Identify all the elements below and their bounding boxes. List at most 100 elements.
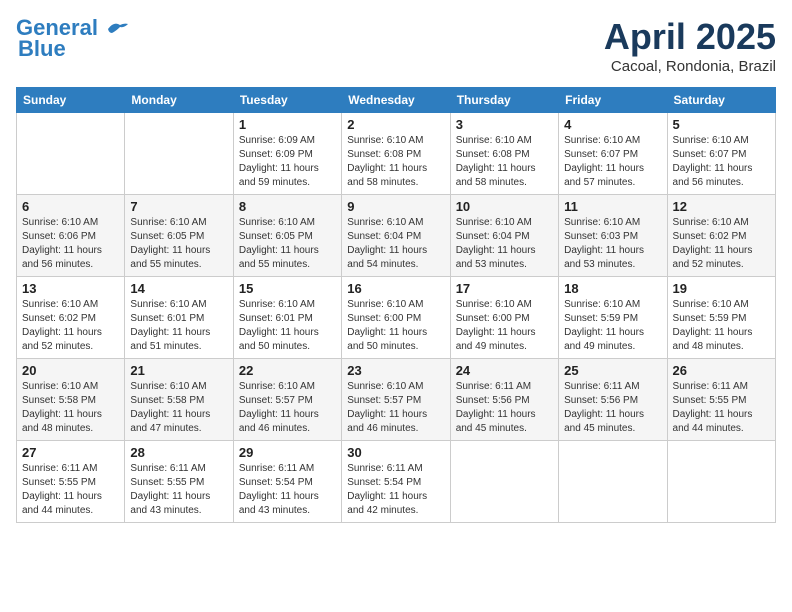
day-number: 30: [347, 445, 444, 460]
weekday-header-monday: Monday: [125, 88, 233, 113]
day-info: Sunrise: 6:09 AMSunset: 6:09 PMDaylight:…: [239, 134, 336, 190]
day-cell: 4 Sunrise: 6:10 AMSunset: 6:07 PMDaylight…: [559, 113, 667, 195]
day-info: Sunrise: 6:10 AMSunset: 6:07 PMDaylight:…: [673, 134, 770, 190]
day-cell: 3Sunrise: 6:10 AMSunset: 6:08 PMDaylight…: [450, 113, 558, 195]
day-number: 2: [347, 117, 444, 132]
weekday-header-wednesday: Wednesday: [342, 88, 450, 113]
logo: General Blue: [16, 16, 128, 62]
day-cell: 15 Sunrise: 6:10 AMSunset: 6:01 PMDayligh…: [233, 277, 341, 359]
day-info: Sunrise: 6:10 AMSunset: 5:57 PMDaylight:…: [239, 380, 336, 436]
day-info: Sunrise: 6:10 AMSunset: 5:59 PMDaylight:…: [564, 298, 661, 354]
day-cell: 5 Sunrise: 6:10 AMSunset: 6:07 PMDaylight…: [667, 113, 775, 195]
day-cell: [125, 113, 233, 195]
day-info: Sunrise: 6:10 AMSunset: 6:02 PMDaylight:…: [673, 216, 770, 272]
calendar-table: SundayMondayTuesdayWednesdayThursdayFrid…: [16, 87, 776, 523]
day-number: 12: [673, 199, 770, 214]
day-number: 24: [456, 363, 553, 378]
day-number: 20: [22, 363, 119, 378]
day-number: 6: [22, 199, 119, 214]
day-number: 1: [239, 117, 336, 132]
day-cell: 7 Sunrise: 6:10 AMSunset: 6:05 PMDaylight…: [125, 195, 233, 277]
day-cell: 13Sunrise: 6:10 AMSunset: 6:02 PMDayligh…: [17, 277, 125, 359]
bird-icon: [106, 21, 128, 37]
day-cell: 22 Sunrise: 6:10 AMSunset: 5:57 PMDayligh…: [233, 359, 341, 441]
day-info: Sunrise: 6:10 AMSunset: 6:07 PMDaylight:…: [564, 134, 661, 190]
day-cell: 24Sunrise: 6:11 AMSunset: 5:56 PMDayligh…: [450, 359, 558, 441]
day-cell: 11 Sunrise: 6:10 AMSunset: 6:03 PMDayligh…: [559, 195, 667, 277]
day-number: 16: [347, 281, 444, 296]
day-number: 9: [347, 199, 444, 214]
day-info: Sunrise: 6:10 AMSunset: 5:57 PMDaylight:…: [347, 380, 444, 436]
day-info: Sunrise: 6:10 AMSunset: 6:05 PMDaylight:…: [130, 216, 227, 272]
day-number: 4: [564, 117, 661, 132]
day-info: Sunrise: 6:10 AMSunset: 6:08 PMDaylight:…: [456, 134, 553, 190]
weekday-header-friday: Friday: [559, 88, 667, 113]
page-header: General Blue April 2025 Cacoal, Rondonia…: [16, 16, 776, 75]
day-number: 22: [239, 363, 336, 378]
day-number: 17: [456, 281, 553, 296]
day-info: Sunrise: 6:11 AMSunset: 5:54 PMDaylight:…: [239, 462, 336, 518]
day-info: Sunrise: 6:10 AMSunset: 6:01 PMDaylight:…: [130, 298, 227, 354]
day-number: 18: [564, 281, 661, 296]
day-info: Sunrise: 6:10 AMSunset: 6:04 PMDaylight:…: [347, 216, 444, 272]
day-info: Sunrise: 6:11 AMSunset: 5:55 PMDaylight:…: [673, 380, 770, 436]
day-cell: 16 Sunrise: 6:10 AMSunset: 6:00 PMDayligh…: [342, 277, 450, 359]
day-info: Sunrise: 6:10 AMSunset: 5:58 PMDaylight:…: [130, 380, 227, 436]
day-number: 8: [239, 199, 336, 214]
day-number: 26: [673, 363, 770, 378]
day-cell: 23 Sunrise: 6:10 AMSunset: 5:57 PMDayligh…: [342, 359, 450, 441]
day-cell: 30Sunrise: 6:11 AMSunset: 5:54 PMDayligh…: [342, 441, 450, 523]
day-cell: 19 Sunrise: 6:10 AMSunset: 5:59 PMDayligh…: [667, 277, 775, 359]
day-cell: 18 Sunrise: 6:10 AMSunset: 5:59 PMDayligh…: [559, 277, 667, 359]
day-number: 21: [130, 363, 227, 378]
day-cell: [559, 441, 667, 523]
weekday-header-saturday: Saturday: [667, 88, 775, 113]
day-info: Sunrise: 6:10 AMSunset: 5:58 PMDaylight:…: [22, 380, 119, 436]
day-cell: 29 Sunrise: 6:11 AMSunset: 5:54 PMDayligh…: [233, 441, 341, 523]
day-info: Sunrise: 6:10 AMSunset: 6:05 PMDaylight:…: [239, 216, 336, 272]
week-row-2: 6 Sunrise: 6:10 AMSunset: 6:06 PMDaylight…: [17, 195, 776, 277]
day-cell: 8 Sunrise: 6:10 AMSunset: 6:05 PMDaylight…: [233, 195, 341, 277]
day-number: 14: [130, 281, 227, 296]
weekday-header-thursday: Thursday: [450, 88, 558, 113]
day-info: Sunrise: 6:10 AMSunset: 5:59 PMDaylight:…: [673, 298, 770, 354]
day-number: 11: [564, 199, 661, 214]
day-cell: 10Sunrise: 6:10 AMSunset: 6:04 PMDayligh…: [450, 195, 558, 277]
day-cell: [17, 113, 125, 195]
day-info: Sunrise: 6:11 AMSunset: 5:55 PMDaylight:…: [130, 462, 227, 518]
week-row-3: 13Sunrise: 6:10 AMSunset: 6:02 PMDayligh…: [17, 277, 776, 359]
day-cell: 28 Sunrise: 6:11 AMSunset: 5:55 PMDayligh…: [125, 441, 233, 523]
day-info: Sunrise: 6:11 AMSunset: 5:56 PMDaylight:…: [564, 380, 661, 436]
weekday-header-sunday: Sunday: [17, 88, 125, 113]
day-number: 7: [130, 199, 227, 214]
day-number: 25: [564, 363, 661, 378]
day-number: 19: [673, 281, 770, 296]
week-row-4: 20 Sunrise: 6:10 AMSunset: 5:58 PMDayligh…: [17, 359, 776, 441]
day-number: 28: [130, 445, 227, 460]
day-cell: [450, 441, 558, 523]
day-cell: 9 Sunrise: 6:10 AMSunset: 6:04 PMDaylight…: [342, 195, 450, 277]
day-cell: 27Sunrise: 6:11 AMSunset: 5:55 PMDayligh…: [17, 441, 125, 523]
day-info: Sunrise: 6:10 AMSunset: 6:00 PMDaylight:…: [347, 298, 444, 354]
day-cell: 6 Sunrise: 6:10 AMSunset: 6:06 PMDaylight…: [17, 195, 125, 277]
day-number: 10: [456, 199, 553, 214]
day-info: Sunrise: 6:10 AMSunset: 6:06 PMDaylight:…: [22, 216, 119, 272]
day-cell: 2 Sunrise: 6:10 AMSunset: 6:08 PMDaylight…: [342, 113, 450, 195]
logo-blue: Blue: [18, 36, 66, 62]
month-title: April 2025: [604, 16, 776, 58]
day-number: 15: [239, 281, 336, 296]
day-number: 23: [347, 363, 444, 378]
title-block: April 2025 Cacoal, Rondonia, Brazil: [604, 16, 776, 75]
day-info: Sunrise: 6:10 AMSunset: 6:00 PMDaylight:…: [456, 298, 553, 354]
location-title: Cacoal, Rondonia, Brazil: [604, 58, 776, 75]
day-info: Sunrise: 6:10 AMSunset: 6:08 PMDaylight:…: [347, 134, 444, 190]
day-info: Sunrise: 6:10 AMSunset: 6:01 PMDaylight:…: [239, 298, 336, 354]
day-info: Sunrise: 6:10 AMSunset: 6:03 PMDaylight:…: [564, 216, 661, 272]
day-cell: 26 Sunrise: 6:11 AMSunset: 5:55 PMDayligh…: [667, 359, 775, 441]
day-cell: 25 Sunrise: 6:11 AMSunset: 5:56 PMDayligh…: [559, 359, 667, 441]
day-number: 29: [239, 445, 336, 460]
day-number: 5: [673, 117, 770, 132]
day-cell: [667, 441, 775, 523]
day-cell: 21 Sunrise: 6:10 AMSunset: 5:58 PMDayligh…: [125, 359, 233, 441]
week-row-5: 27Sunrise: 6:11 AMSunset: 5:55 PMDayligh…: [17, 441, 776, 523]
